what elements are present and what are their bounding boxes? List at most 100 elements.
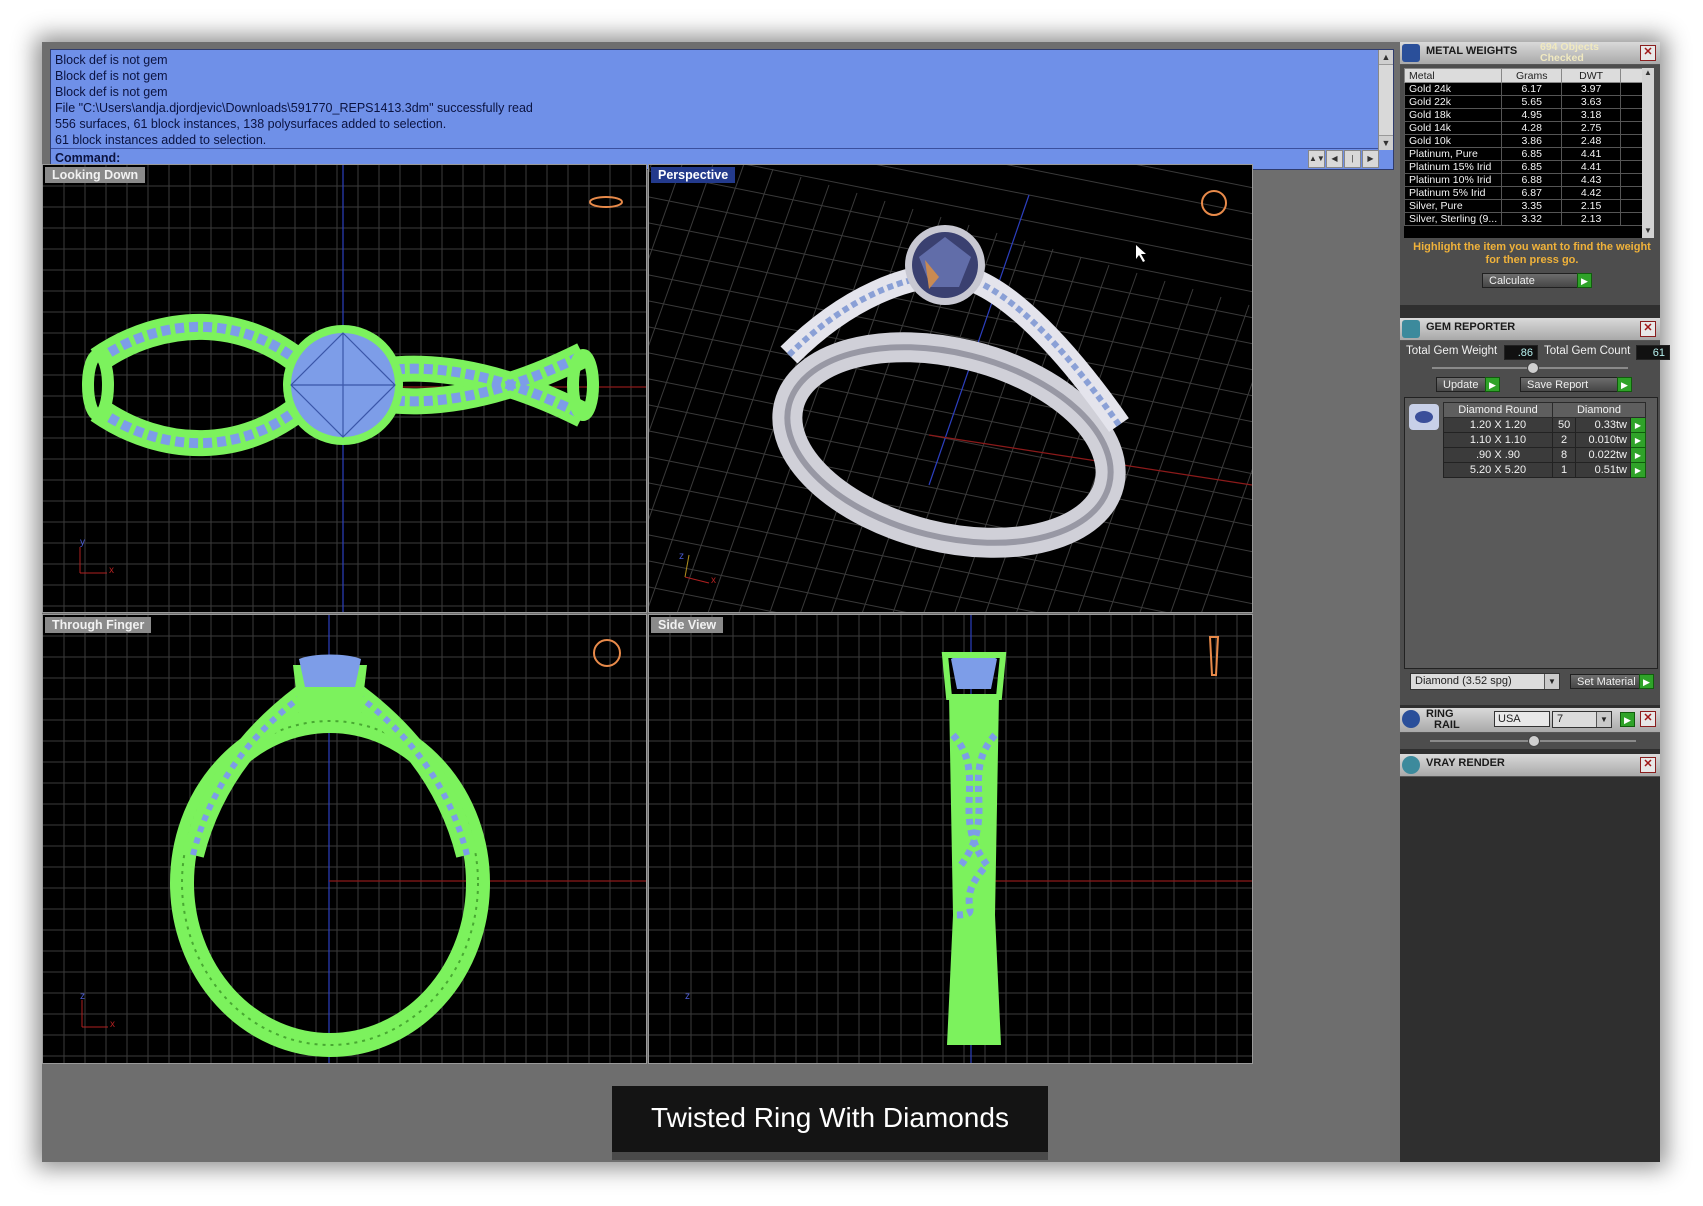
metal-dwt: 4.42 <box>1561 186 1621 200</box>
close-icon[interactable]: ✕ <box>1640 757 1656 773</box>
metal-row[interactable]: Gold 22k 5.65 3.63 <box>1404 95 1654 109</box>
go-arrow-icon[interactable]: ▶ <box>1577 273 1592 288</box>
col-material: Diamond <box>1552 402 1646 418</box>
ring-rail-header[interactable]: RING RAIL USA 7 ▼ ▶ ✕ <box>1400 708 1660 733</box>
gem-list[interactable]: Diamond Round Diamond 1.20 X 1.20 50 0.33t… <box>1404 397 1658 669</box>
metal-name: Silver, Sterling (9... <box>1404 212 1503 226</box>
set-material-label: Set Material <box>1577 676 1636 688</box>
total-gem-weight-label: Total Gem Weight <box>1406 345 1498 357</box>
viewport-perspective[interactable]: Perspective x z <box>648 164 1253 613</box>
gem-row[interactable]: 5.20 X 5.20 1 0.51tw ▶ <box>1443 462 1646 478</box>
metal-row[interactable]: Gold 14k 4.28 2.75 <box>1404 121 1654 135</box>
metal-weights-scrollbar[interactable]: ▲ ▼ <box>1642 68 1654 238</box>
save-report-button[interactable]: Save Report ▶ <box>1520 377 1632 392</box>
update-button[interactable]: Update ▶ <box>1436 377 1500 392</box>
close-icon[interactable]: ✕ <box>1640 45 1656 61</box>
split-icon[interactable]: | <box>1344 150 1361 168</box>
ring-rail-title-2: RAIL <box>1434 719 1460 731</box>
metal-row[interactable]: Platinum, Pure 6.85 4.41 <box>1404 147 1654 161</box>
gem-weight: 0.51tw <box>1575 462 1631 478</box>
view-cube-icon <box>593 639 621 667</box>
prev-icon[interactable]: ◀ <box>1326 150 1343 168</box>
metal-name: Gold 10k <box>1404 134 1503 148</box>
go-arrow-icon[interactable]: ▶ <box>1630 417 1646 433</box>
go-arrow-icon[interactable]: ▶ <box>1630 447 1646 463</box>
calculate-button[interactable]: Calculate ▶ <box>1482 273 1592 288</box>
metal-row[interactable]: Platinum 5% Irid 6.87 4.42 <box>1404 186 1654 200</box>
spin-icon[interactable]: ▲▼ <box>1308 150 1325 168</box>
gem-row[interactable]: 1.10 X 1.10 2 0.010tw ▶ <box>1443 432 1646 448</box>
gem-row[interactable]: 1.20 X 1.20 50 0.33tw ▶ <box>1443 417 1646 433</box>
go-arrow-icon[interactable]: ▶ <box>1617 377 1632 392</box>
gem-material-select[interactable]: Diamond (3.52 spg) ▼ <box>1410 673 1560 690</box>
go-arrow-icon[interactable]: ▶ <box>1630 432 1646 448</box>
metal-name: Gold 18k <box>1404 108 1503 122</box>
command-scrollbar[interactable]: ▲ ▼ <box>1378 50 1393 150</box>
diamond-round-icon <box>1409 404 1439 430</box>
ring-size-select[interactable]: 7 ▼ <box>1552 711 1612 728</box>
metal-grams: 5.65 <box>1501 95 1563 109</box>
go-arrow-icon[interactable]: ▶ <box>1639 674 1654 689</box>
metal-name: Gold 24k <box>1404 82 1503 96</box>
vray-render-header[interactable]: VRAY RENDER ✕ <box>1400 754 1660 777</box>
go-arrow-icon[interactable]: ▶ <box>1620 712 1635 727</box>
metal-row[interactable]: Gold 24k 6.17 3.97 <box>1404 82 1654 96</box>
metal-name: Gold 14k <box>1404 121 1503 135</box>
gem-table: Diamond Round Diamond 1.20 X 1.20 50 0.33t… <box>1443 402 1646 478</box>
viewport-label[interactable]: Through Finger <box>45 617 152 633</box>
view-cube-icon <box>589 196 623 208</box>
ring-wireframe-side <box>941 652 1007 1045</box>
col-dwt[interactable]: DWT <box>1561 68 1621 83</box>
metal-grams: 6.17 <box>1501 82 1563 96</box>
viewport-label[interactable]: Looking Down <box>45 167 146 183</box>
ring-standard-field[interactable]: USA <box>1494 711 1550 727</box>
metal-row[interactable]: Silver, Sterling (9... 3.32 2.13 <box>1404 212 1654 226</box>
viewport-looking-down[interactable]: Looking Down x y <box>42 164 647 613</box>
save-report-label: Save Report <box>1527 379 1589 391</box>
metal-grams: 6.85 <box>1501 160 1563 174</box>
command-history-panel[interactable]: Block def is not gem Block def is not ge… <box>50 49 1394 170</box>
set-material-button[interactable]: Set Material ▶ <box>1570 674 1654 689</box>
close-icon[interactable]: ✕ <box>1640 321 1656 337</box>
col-metal[interactable]: Metal <box>1404 68 1503 83</box>
update-label: Update <box>1443 379 1479 391</box>
scroll-down-icon[interactable]: ▼ <box>1379 135 1393 150</box>
viewport-side-view[interactable]: Side View z <box>648 614 1253 1064</box>
chevron-down-icon[interactable]: ▼ <box>1596 712 1611 727</box>
scroll-up-icon[interactable]: ▲ <box>1379 50 1393 65</box>
metal-row[interactable]: Silver, Pure 3.35 2.15 <box>1404 199 1654 213</box>
gem-count: 8 <box>1551 447 1577 463</box>
close-icon[interactable]: ✕ <box>1640 711 1656 727</box>
go-arrow-icon[interactable]: ▶ <box>1485 377 1500 392</box>
total-gem-weight-value: .86 <box>1504 345 1538 360</box>
metal-dwt: 2.15 <box>1561 199 1621 213</box>
ring-rail-slider-knob[interactable] <box>1528 735 1540 747</box>
viewport-through-finger[interactable]: Through Finger x z <box>42 614 647 1064</box>
gem-count: 1 <box>1551 462 1577 478</box>
metal-row[interactable]: Gold 18k 4.95 3.18 <box>1404 108 1654 122</box>
metal-row[interactable]: Gold 10k 3.86 2.48 <box>1404 134 1654 148</box>
gem-size: 1.20 X 1.20 <box>1443 417 1553 433</box>
metal-weights-header[interactable]: METAL WEIGHTS 694 Objects Checked ✕ <box>1400 42 1660 65</box>
total-gem-count-value: 61 <box>1636 345 1670 360</box>
col-shape: Diamond Round <box>1443 402 1553 418</box>
viewport-label[interactable]: Perspective <box>651 167 736 183</box>
viewport-label[interactable]: Side View <box>651 617 724 633</box>
view-cube-icon <box>1208 636 1220 676</box>
col-grams[interactable]: Grams <box>1501 68 1563 83</box>
gem-reporter-body: Total Gem Weight .86 Total Gem Count 61 … <box>1400 341 1670 705</box>
metal-grams: 6.88 <box>1501 173 1563 187</box>
app-window: Block def is not gem Block def is not ge… <box>42 42 1670 1162</box>
metal-weights-table-wrap[interactable]: Metal Grams DWT Gold 24k 6.17 3.97 Gold 22k… <box>1404 68 1654 238</box>
metal-dwt: 3.97 <box>1561 82 1621 96</box>
gem-reporter-header[interactable]: GEM REPORTER ✕ <box>1400 318 1660 341</box>
gem-row[interactable]: .90 X .90 8 0.022tw ▶ <box>1443 447 1646 463</box>
metal-row[interactable]: Platinum 10% Irid 6.88 4.43 <box>1404 173 1654 187</box>
axis-label-y: y <box>80 537 85 548</box>
go-arrow-icon[interactable]: ▶ <box>1630 462 1646 478</box>
gem-slider-knob[interactable] <box>1527 362 1539 374</box>
gem-size: .90 X .90 <box>1443 447 1553 463</box>
next-icon[interactable]: ▶ <box>1362 150 1379 168</box>
chevron-down-icon[interactable]: ▼ <box>1544 674 1559 689</box>
metal-row[interactable]: Platinum 15% Irid 6.85 4.41 <box>1404 160 1654 174</box>
